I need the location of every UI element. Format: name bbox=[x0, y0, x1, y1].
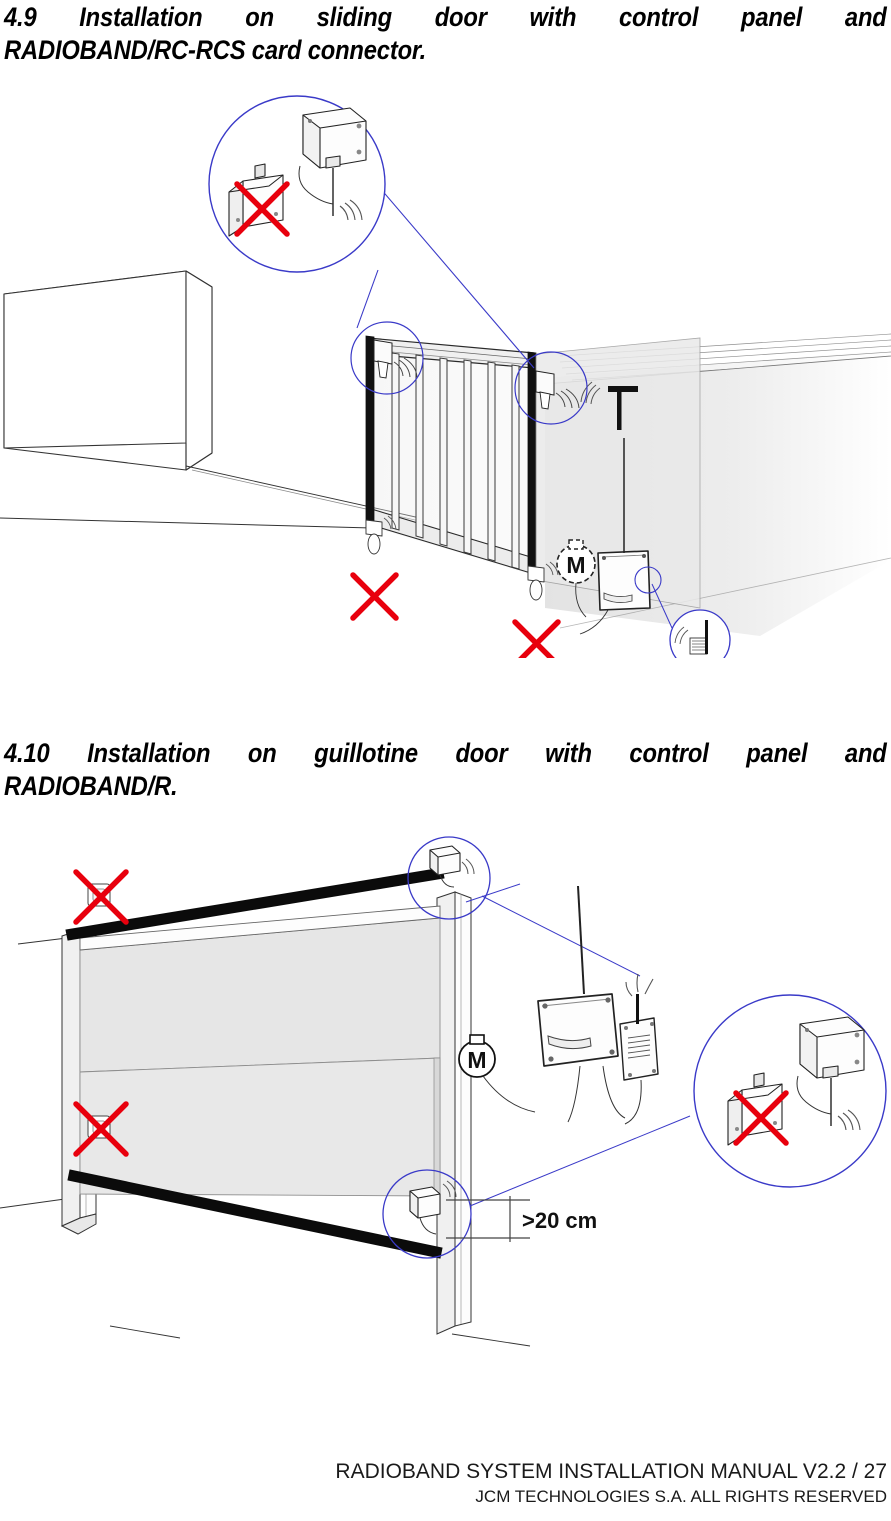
section-heading-4-9-line2: RADIOBAND/RC-RCS card connector. bbox=[4, 35, 427, 65]
section-heading-4-10: 4.10 Installation on guillotine door wit… bbox=[4, 737, 887, 803]
gate-post-left bbox=[365, 335, 375, 533]
section-heading-4-10-line2: RADIOBAND/R. bbox=[4, 771, 178, 801]
transmitter-correct bbox=[799, 1016, 865, 1079]
forbidden-marker-top bbox=[73, 869, 129, 925]
svg-text:M: M bbox=[566, 552, 585, 578]
section-heading-4-10-line1: 4.10 Installation on guillotine door wit… bbox=[4, 738, 887, 768]
footer-manual-line: RADIOBAND SYSTEM INSTALLATION MANUAL V2.… bbox=[335, 1460, 887, 1483]
transmitter-detail-callout bbox=[693, 994, 887, 1188]
door-panels bbox=[79, 905, 441, 1197]
transmitter-detail-callout bbox=[208, 95, 386, 273]
perimeter-wall-block bbox=[3, 270, 213, 471]
section-heading-4-9: 4.9 Installation on sliding door with co… bbox=[4, 1, 887, 67]
section-heading-4-9-line1: 4.9 Installation on sliding door with co… bbox=[4, 2, 887, 32]
forbidden-marker-bottom-left bbox=[350, 572, 399, 621]
manual-page: 4.9 Installation on sliding door with co… bbox=[0, 0, 891, 1521]
guillotine-door-installation-diagram: >20 cm M bbox=[0, 826, 891, 1366]
footer-copyright-line: JCM TECHNOLOGIES S.A. ALL RIGHTS RESERVE… bbox=[475, 1487, 887, 1506]
transmitter-correct bbox=[302, 107, 367, 169]
forbidden-marker-bottom-right bbox=[512, 619, 561, 658]
receiver-module bbox=[619, 973, 659, 1125]
panel-antenna bbox=[577, 885, 585, 995]
ground-rail bbox=[0, 517, 373, 529]
svg-text:M: M bbox=[467, 1047, 486, 1073]
gate-post-right bbox=[527, 351, 537, 581]
dimension-label: >20 cm bbox=[522, 1208, 597, 1233]
sliding-door-installation-diagram: M bbox=[0, 88, 891, 658]
door-frame-right bbox=[436, 891, 472, 1335]
control-panel bbox=[537, 885, 626, 1123]
